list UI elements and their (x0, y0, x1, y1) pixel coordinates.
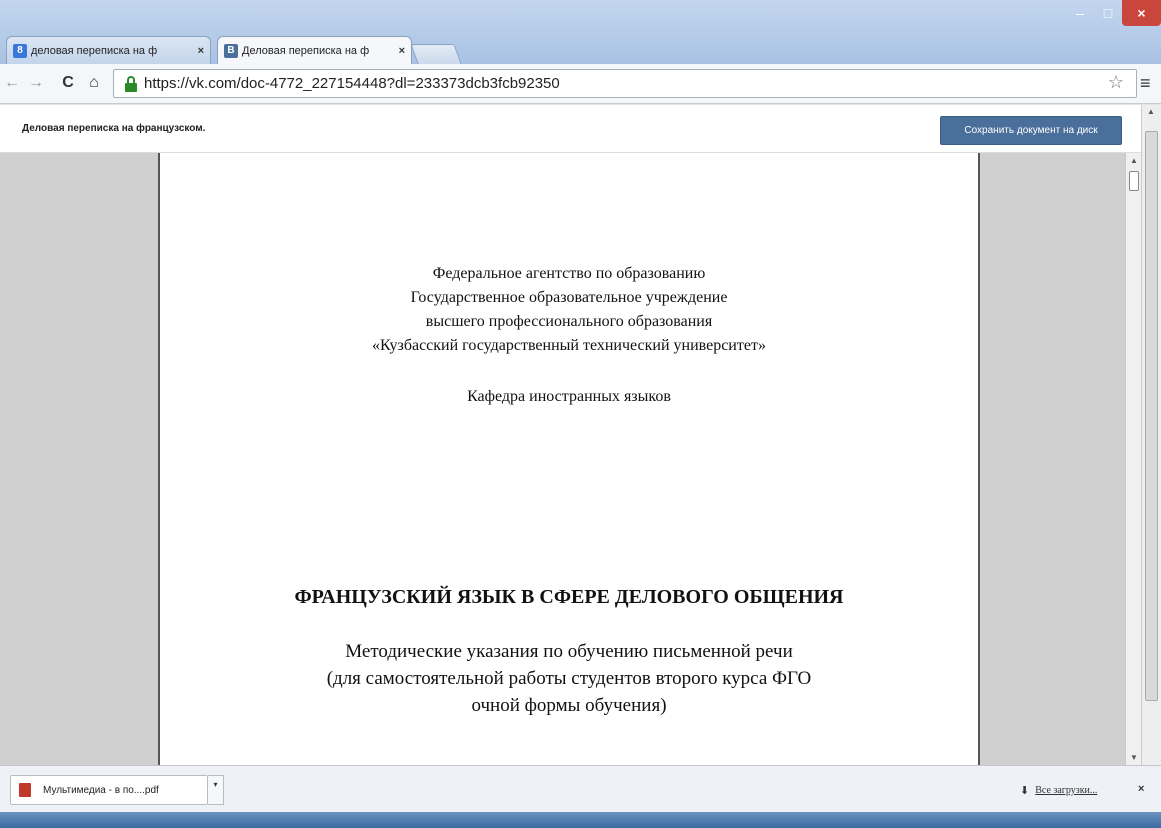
download-shelf: Мультимедиа - в по....pdf ▾ ⬇ Все загруз… (0, 765, 1161, 812)
document-scrollbar[interactable]: ▲ ▼ (1125, 153, 1141, 765)
download-icon: ⬇ (1020, 785, 1030, 797)
taskbar (0, 812, 1161, 828)
scroll-thumb[interactable] (1129, 171, 1139, 191)
bookmark-star-icon[interactable]: ☆ (1108, 72, 1124, 93)
subtitle-line: (для самостоятельной работы студентов вт… (326, 668, 812, 689)
document-main-title: ФРАНЦУЗСКИЙ ЯЗЫК В СФЕРЕ ДЕЛОВОГО ОБЩЕНИ… (294, 586, 844, 608)
download-item[interactable]: Мультимедиа - в по....pdf (10, 775, 208, 805)
scroll-up-icon[interactable]: ▲ (1130, 156, 1138, 165)
document-viewer: Федеральное агентство по образованию Гос… (0, 153, 1125, 765)
tab-label: деловая переписка на ф (31, 44, 158, 57)
header-line: Федеральное агентство по образованию (432, 265, 706, 282)
vk-favicon-icon: В (224, 43, 238, 58)
browser-window: 8 деловая переписка на ф × В Деловая пер… (0, 0, 1161, 828)
download-options-arrow-icon[interactable]: ▾ (208, 775, 224, 805)
page-scrollbar[interactable]: ▲ (1141, 105, 1161, 765)
header-line: высшего профессионального образования (425, 313, 713, 330)
search-favicon-icon: 8 (13, 43, 27, 58)
browser-toolbar: ← → C ⌂ https://vk.com/doc-4772_22715444… (0, 64, 1161, 104)
address-bar[interactable]: https://vk.com/doc-4772_227154448?dl=233… (113, 69, 1137, 98)
tab-document[interactable]: В Деловая переписка на ф × (217, 36, 412, 64)
tab-label: Деловая переписка на ф (242, 44, 370, 57)
scroll-up-icon[interactable]: ▲ (1147, 107, 1155, 116)
url-text: https://vk.com/doc-4772_227154448?dl=233… (144, 75, 560, 92)
lock-icon (124, 75, 138, 92)
menu-icon[interactable]: ≡ (1140, 73, 1151, 94)
scroll-thumb[interactable] (1145, 131, 1158, 701)
subtitle-line: очной формы обучения) (471, 695, 667, 716)
download-filename: Мультимедиа - в по....pdf (43, 784, 159, 796)
tab-strip: 8 деловая переписка на ф × В Деловая пер… (0, 0, 1161, 64)
close-shelf-icon[interactable]: × (1138, 783, 1144, 795)
maximize-button[interactable]: □ (1094, 0, 1122, 26)
forward-arrow-icon[interactable]: → (26, 73, 46, 93)
scroll-down-icon[interactable]: ▼ (1130, 753, 1138, 762)
save-to-disk-button[interactable]: Сохранить документ на диск (940, 116, 1122, 145)
home-icon[interactable]: ⌂ (84, 73, 104, 93)
subtitle-line: Методические указания по обучению письме… (345, 641, 793, 662)
tab-search[interactable]: 8 деловая переписка на ф × (6, 36, 211, 64)
all-downloads-label: Все загрузки... (1035, 785, 1098, 796)
document-page: Федеральное агентство по образованию Гос… (158, 153, 980, 765)
tab-close-icon[interactable]: × (198, 45, 204, 57)
all-downloads-link[interactable]: ⬇ Все загрузки... (1020, 784, 1097, 797)
document-title: Деловая переписка на французском. (22, 123, 206, 134)
back-arrow-icon[interactable]: ← (2, 73, 22, 93)
tab-close-icon[interactable]: × (399, 45, 405, 57)
close-window-button[interactable]: × (1122, 0, 1161, 26)
new-tab-button[interactable] (410, 44, 462, 64)
minimize-button[interactable]: – (1066, 0, 1094, 26)
header-line: «Кузбасский государственный технический … (372, 337, 766, 354)
header-line: Государственное образовательное учрежден… (410, 289, 728, 306)
pdf-file-icon (19, 783, 31, 797)
reload-icon[interactable]: C (58, 73, 78, 93)
document-header: Деловая переписка на французском. Сохран… (0, 105, 1141, 153)
department-line: Кафедра иностранных языков (467, 388, 671, 405)
